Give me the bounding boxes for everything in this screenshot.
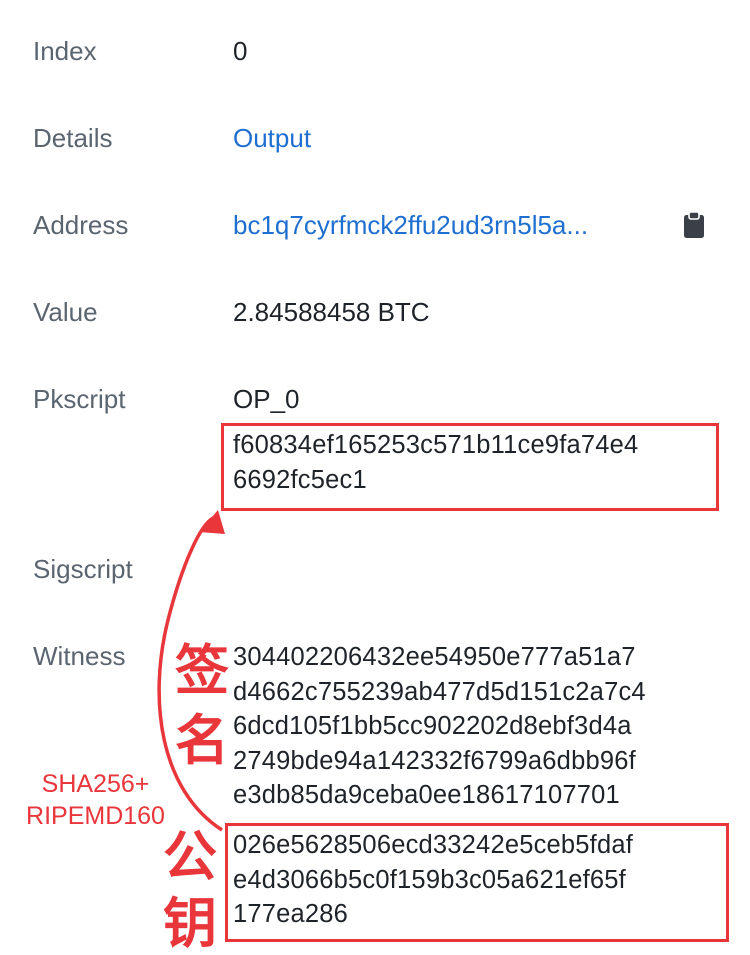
pubkey-char-1: 公 — [163, 825, 217, 888]
signature-char-2: 名 — [175, 709, 229, 772]
pubkey-char-2: 钥 — [163, 892, 217, 955]
hash-annotation-line-1: SHA256+ — [41, 770, 150, 798]
hash-annotation: SHA256+ RIPEMD160 — [8, 768, 183, 832]
hash-annotation-line-2: RIPEMD160 — [26, 802, 165, 830]
signature-char-1: 签 — [175, 639, 229, 702]
